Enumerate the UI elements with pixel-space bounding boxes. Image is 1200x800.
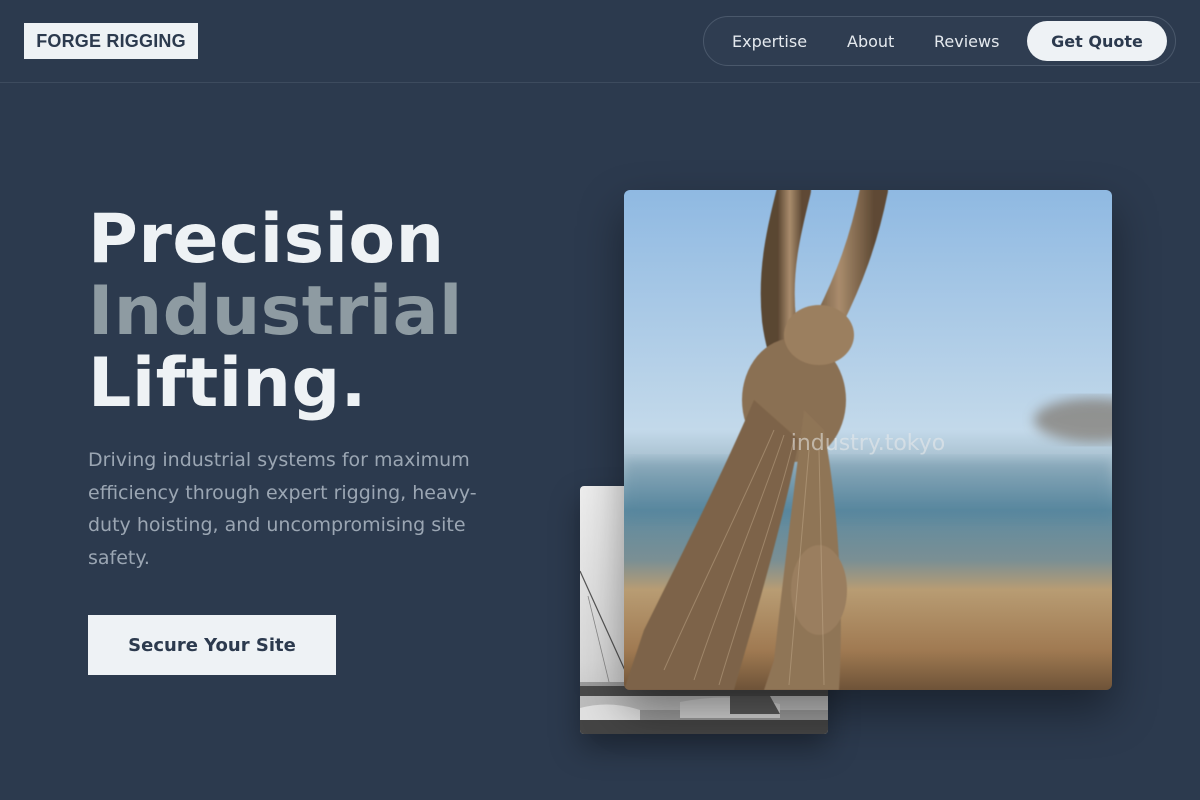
- brand-logo[interactable]: FORGE RIGGING: [24, 23, 198, 59]
- site-header: FORGE RIGGING Expertise About Reviews Ge…: [0, 0, 1200, 83]
- nav-link-reviews[interactable]: Reviews: [934, 17, 999, 65]
- get-quote-button[interactable]: Get Quote: [1027, 21, 1167, 61]
- main-nav: Expertise About Reviews Get Quote: [703, 16, 1176, 66]
- hero-headline: Precision Industrial Lifting.: [88, 204, 463, 420]
- secure-site-button[interactable]: Secure Your Site: [88, 615, 336, 675]
- hero-description: Driving industrial systems for maximum e…: [88, 449, 477, 569]
- rope-photo: industry.tokyo: [624, 190, 1112, 690]
- nav-link-expertise[interactable]: Expertise: [732, 17, 807, 65]
- rope-photo-graphic: industry.tokyo: [624, 190, 1112, 690]
- photo-watermark: industry.tokyo: [791, 431, 946, 456]
- headline-line-3: Lifting.: [88, 344, 367, 423]
- nav-link-about[interactable]: About: [847, 17, 894, 65]
- headline-line-1: Precision: [88, 200, 445, 279]
- headline-line-2: Industrial: [88, 272, 463, 351]
